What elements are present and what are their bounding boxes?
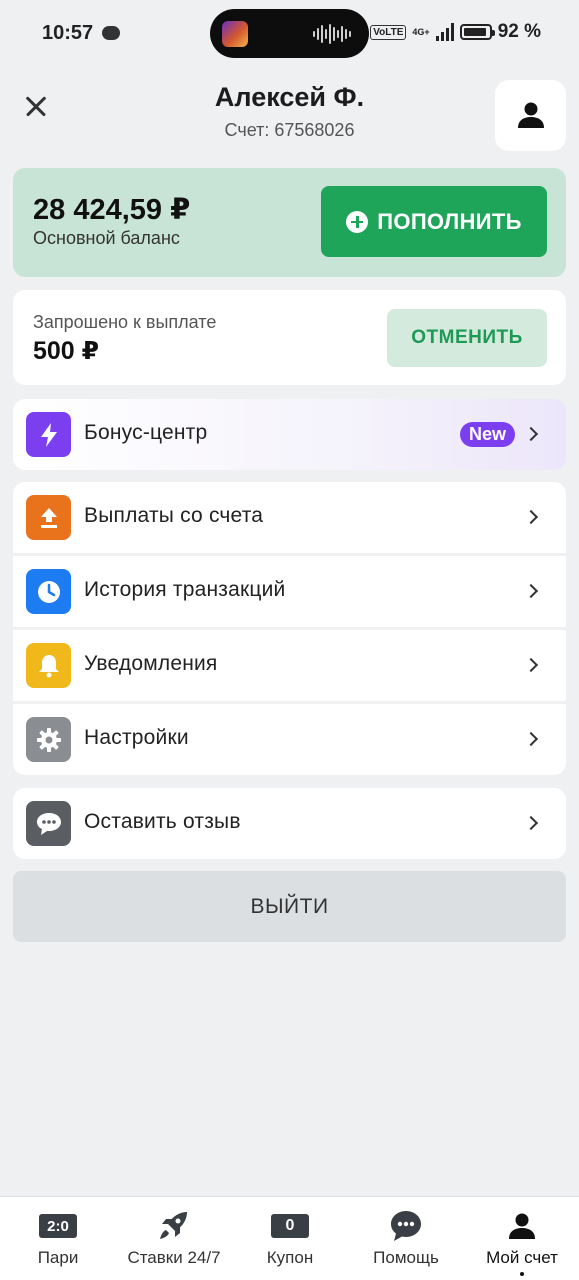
- clock-icon: [26, 569, 71, 614]
- profile-button[interactable]: [495, 80, 566, 151]
- status-time: 10:57: [42, 22, 94, 44]
- nav-item-my-account[interactable]: Мой счет: [464, 1197, 579, 1280]
- audio-wave-icon: [313, 23, 355, 45]
- chevron-right-icon: [523, 815, 539, 831]
- scoreboard-badge: 2:0: [39, 1214, 77, 1238]
- scoreboard-icon: 2:0: [0, 1211, 116, 1241]
- lightning-icon: [26, 412, 71, 457]
- menu-item-settings[interactable]: Настройки: [13, 704, 566, 775]
- menu-label: Бонус-центр: [84, 421, 208, 444]
- chevron-right-icon: [523, 657, 539, 673]
- new-badge: New: [459, 422, 515, 447]
- battery-percent: 92 %: [497, 21, 541, 42]
- balance-card: 28 424,59 ₽ Основной баланс ПОПОЛНИТЬ: [13, 168, 566, 277]
- signal-icon: [435, 23, 454, 41]
- nav-label: Ставки 24/7: [127, 1248, 221, 1267]
- chevron-right-icon: [523, 426, 539, 442]
- payout-request-card: Запрошено к выплате 500 ₽ ОТМЕНИТЬ: [13, 290, 566, 385]
- payout-request-label: Запрошено к выплате: [33, 312, 217, 332]
- person-icon: [509, 1213, 535, 1239]
- menu-label: Уведомления: [84, 652, 218, 675]
- gear-icon: [26, 717, 71, 762]
- menu-label: Настройки: [84, 726, 189, 749]
- nav-item-coupon[interactable]: 0 Купон: [232, 1197, 348, 1280]
- menu-item-feedback[interactable]: Оставить отзыв: [13, 788, 566, 859]
- header: Алексей Ф. Счет: 67568026: [0, 78, 579, 158]
- chevron-right-icon: [523, 583, 539, 599]
- nav-label: Купон: [266, 1248, 314, 1267]
- plus-circle-icon: [346, 210, 369, 233]
- topup-label: ПОПОЛНИТЬ: [377, 208, 522, 234]
- bottom-nav: 2:0 Пари Ставки 24/7 0 Купон Помощь Мой …: [0, 1196, 579, 1280]
- chat-help-icon: [391, 1211, 421, 1241]
- active-indicator: [520, 1272, 524, 1276]
- cancel-payout-button[interactable]: ОТМЕНИТЬ: [387, 309, 547, 367]
- coupon-icon: 0: [232, 1211, 348, 1241]
- bell-icon: [26, 643, 71, 688]
- coupon-count: 0: [271, 1214, 309, 1238]
- menu-label: История транзакций: [84, 578, 286, 601]
- chat-notification-icon: [102, 26, 120, 40]
- logout-button[interactable]: ВЫЙТИ: [13, 871, 566, 942]
- chat-bubble-icon: [26, 801, 71, 846]
- battery-icon: [459, 24, 495, 40]
- volte-icon: VoLTE: [370, 24, 407, 40]
- nav-label: Пари: [37, 1248, 79, 1267]
- account-number: Счет: 67568026: [224, 120, 355, 140]
- nav-label: Помощь: [373, 1248, 439, 1267]
- rocket-icon: [160, 1212, 187, 1239]
- person-icon: [518, 102, 544, 128]
- menu-label: Оставить отзыв: [84, 810, 241, 833]
- menu-label: Выплаты со счета: [84, 504, 264, 527]
- nav-item-help[interactable]: Помощь: [348, 1197, 464, 1280]
- status-indicators: VoLTE 4G+ 92 %: [370, 21, 541, 43]
- menu-item-transaction-history[interactable]: История транзакций: [13, 556, 566, 627]
- payout-request-amount: 500 ₽: [33, 337, 100, 365]
- status-bar: 10:57 VoLTE 4G+ 92 %: [0, 0, 579, 66]
- upload-icon: [26, 495, 71, 540]
- balance-label: Основной баланс: [33, 228, 180, 248]
- topup-button[interactable]: ПОПОЛНИТЬ: [321, 186, 547, 257]
- menu-item-notifications[interactable]: Уведомления: [13, 630, 566, 701]
- menu-item-payouts[interactable]: Выплаты со счета: [13, 482, 566, 553]
- menu-item-bonus-center[interactable]: Бонус-центр New: [13, 399, 566, 470]
- network-type: 4G+: [412, 26, 430, 37]
- balance-amount: 28 424,59 ₽: [33, 194, 191, 226]
- nav-item-bets[interactable]: 2:0 Пари: [0, 1197, 116, 1280]
- nav-label: Мой счет: [486, 1248, 558, 1267]
- dynamic-island[interactable]: [210, 9, 369, 58]
- album-art-icon: [222, 21, 248, 47]
- chevron-right-icon: [523, 731, 539, 747]
- nav-item-live[interactable]: Ставки 24/7: [116, 1197, 232, 1280]
- user-name: Алексей Ф.: [214, 82, 365, 112]
- chevron-right-icon: [523, 509, 539, 525]
